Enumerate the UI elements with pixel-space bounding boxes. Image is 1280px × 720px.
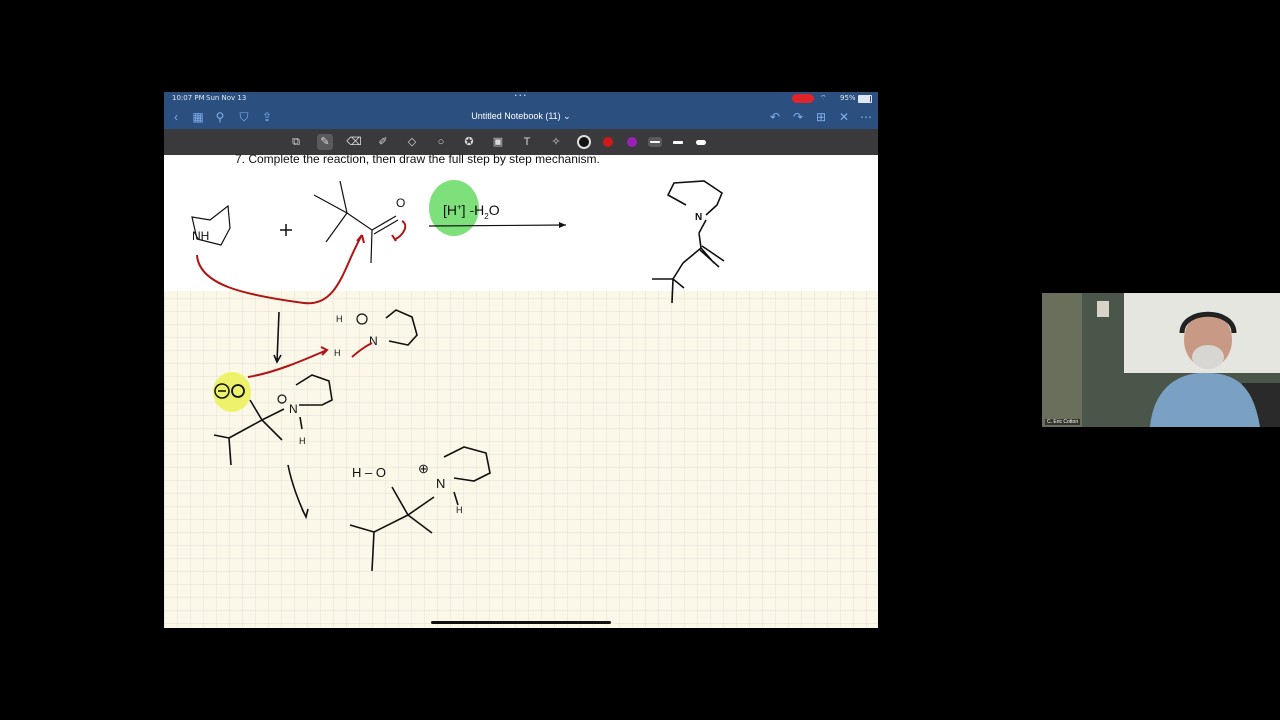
notebook-page[interactable]: N N H H N H H – O ⊕ N H 7. Complete the … (164, 152, 878, 628)
add-page-icon[interactable]: ⊞ (813, 109, 829, 125)
battery-icon (858, 95, 872, 103)
intermediate-h-label-1: H (299, 436, 306, 446)
color-red-swatch[interactable] (603, 137, 613, 147)
image-icon[interactable]: ⧉ (288, 134, 304, 150)
photo-icon[interactable]: ▣ (490, 134, 506, 150)
shapes-icon[interactable]: ◇ (404, 134, 420, 150)
stroke-thick-button[interactable] (696, 140, 706, 145)
color-purple-swatch[interactable] (627, 137, 637, 147)
ammonium-h1-label: H (336, 314, 343, 324)
carbonyl-oxygen-label: O (396, 196, 406, 210)
status-date: Sun Nov 13 (206, 94, 247, 102)
color-black-swatch[interactable] (579, 137, 589, 147)
grid-lines (164, 291, 878, 628)
text-icon[interactable]: T (519, 134, 535, 150)
webcam-video-tile: C. Eric Cotton (1042, 293, 1280, 427)
plus-sign (280, 224, 292, 236)
participant-name: C. Eric Cotton (1045, 419, 1081, 425)
status-time: 10:07 PM (172, 94, 205, 102)
undo-icon[interactable]: ↶ (767, 109, 783, 125)
pyrrolidine-nh-label: NH (192, 229, 210, 243)
more-icon[interactable]: ⋯ (858, 109, 874, 125)
enamine-product-sketch (652, 180, 725, 304)
carbinolamine-n-label: N (436, 476, 445, 491)
hydroxyl-label: H – O (352, 465, 386, 480)
reagent-label: [H+] -H2O (443, 202, 500, 221)
carbinolamine-h-label: H (456, 505, 463, 515)
ammonium-n-label: N (369, 334, 378, 348)
laser-pointer-icon[interactable]: ✧ (548, 134, 564, 150)
screen-record-indicator-icon[interactable] (792, 94, 814, 103)
carbonyl-push-arrow (391, 220, 407, 242)
close-icon[interactable]: ✕ (836, 109, 852, 125)
stroke-thin-line (650, 141, 660, 143)
door-frame (1042, 293, 1082, 427)
reagent-prefix: [H (443, 202, 457, 218)
question-text: 7. Complete the reaction, then draw the … (235, 152, 600, 166)
multitasking-dots-icon[interactable]: ··· (514, 92, 528, 102)
ipad-screen: 10:07 PM Sun Nov 13 ··· ⌔ 95% ‹ ▦ ⚲ ⛉ ⇪ … (164, 92, 878, 628)
reagent-middle: ] -H (461, 202, 485, 218)
status-bar: 10:07 PM Sun Nov 13 ··· ⌔ 95% (164, 92, 878, 105)
redo-icon[interactable]: ↷ (790, 109, 806, 125)
stroke-medium-button[interactable] (673, 141, 683, 144)
webcam-scene (1042, 293, 1280, 427)
reagent-suffix: O (488, 202, 500, 218)
home-indicator[interactable] (431, 621, 611, 624)
person-beard (1192, 345, 1224, 369)
wifi-icon: ⌔ (820, 94, 827, 102)
star-icon[interactable]: ✪ (461, 134, 477, 150)
notebook-nav-bar: ‹ ▦ ⚲ ⛉ ⇪ Untitled Notebook (11) ⌄ ↶ ↷ ⊞… (164, 105, 878, 129)
lasso-icon[interactable]: ○ (433, 134, 449, 150)
pen-icon[interactable]: ✎ (317, 134, 333, 150)
ketone-skeleton (313, 180, 399, 264)
page-canvas[interactable]: N N H H N H H – O ⊕ N H (164, 155, 878, 628)
ammonium-h2-label: H (334, 348, 341, 358)
intermediate-n-label-1: N (289, 402, 298, 416)
highlighter-icon[interactable]: ✐ (375, 134, 391, 150)
light-switch (1097, 301, 1109, 317)
carbinolamine-plus-label: ⊕ (418, 461, 429, 476)
product-n-label: N (695, 212, 702, 223)
battery-percent: 95% (840, 94, 856, 102)
reaction-arrow-head (559, 222, 566, 228)
eraser-icon[interactable]: ⌫ (346, 134, 362, 150)
